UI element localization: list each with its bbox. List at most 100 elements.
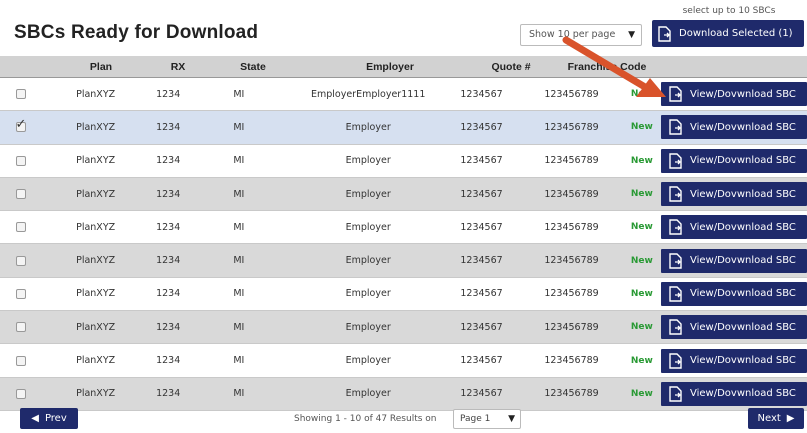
file-download-icon xyxy=(669,186,682,202)
file-download-icon xyxy=(669,219,682,236)
file-download-icon xyxy=(669,252,682,269)
row-checkbox[interactable] xyxy=(15,155,26,166)
row-checkbox[interactable] xyxy=(15,189,26,200)
view-download-label: View/Dovwnload SBC xyxy=(690,355,796,367)
cell-rx: 1234 xyxy=(156,155,181,167)
cell-employer: Employer xyxy=(345,355,391,367)
view-download-button[interactable]: View/Dovwnload SBC xyxy=(661,315,807,340)
table-header: Plan RX State Employer Quote # Franchise… xyxy=(0,56,807,78)
triangle-left-icon: ◀ xyxy=(31,413,39,424)
cell-state: MI xyxy=(233,188,245,200)
row-checkbox[interactable] xyxy=(15,388,26,399)
view-download-button[interactable]: View/Dovwnload SBC xyxy=(661,215,807,240)
prev-label: Prev xyxy=(44,413,67,424)
download-selected-label: Download Selected (1) xyxy=(679,28,793,39)
cell-plan: PlanXYZ xyxy=(76,88,116,100)
cell-rx: 1234 xyxy=(156,321,181,333)
cell-plan: PlanXYZ xyxy=(76,188,116,200)
cell-quote: 1234567 xyxy=(460,88,503,100)
new-badge: New xyxy=(630,288,653,299)
row-checkbox[interactable] xyxy=(15,255,26,266)
cell-employer: Employer xyxy=(345,288,391,300)
new-badge: New xyxy=(630,89,653,100)
cell-state: MI xyxy=(233,255,245,267)
table-row: PlanXYZ 1234 MI Employer 1234567 123456789 New… xyxy=(0,277,807,312)
column-header-plan: Plan xyxy=(89,60,113,73)
cell-plan: PlanXYZ xyxy=(76,121,116,133)
cell-plan: PlanXYZ xyxy=(76,288,116,300)
row-checkbox[interactable] xyxy=(15,89,26,100)
cell-plan: PlanXYZ xyxy=(76,255,116,267)
view-download-label: View/Dovwnload SBC xyxy=(690,155,796,167)
cell-franchise-code: 123456789 xyxy=(544,155,599,167)
cell-quote: 1234567 xyxy=(460,221,503,233)
column-header-rx: RX xyxy=(170,60,186,73)
view-download-label: View/Dovwnload SBC xyxy=(690,388,796,400)
cell-state: MI xyxy=(233,88,245,100)
page-select-label: Page 1 xyxy=(460,414,491,424)
cell-plan: PlanXYZ xyxy=(76,221,116,233)
next-button[interactable]: Next ▶ xyxy=(748,408,804,429)
table-row: PlanXYZ 1234 MI Employer 1234567 123456789 New… xyxy=(0,144,807,178)
new-badge: New xyxy=(630,122,653,133)
column-header-state: State xyxy=(240,60,266,73)
page-header: SBCs Ready for Download Show 10 per page… xyxy=(0,0,807,52)
view-download-label: View/Dovwnload SBC xyxy=(690,221,796,233)
download-selected-button[interactable]: Download Selected (1) xyxy=(652,20,804,47)
cell-plan: PlanXYZ xyxy=(76,388,116,400)
cell-rx: 1234 xyxy=(156,88,181,100)
view-download-label: View/Dovwnload SBC xyxy=(690,188,796,200)
cell-state: MI xyxy=(233,121,245,133)
cell-employer: Employer xyxy=(345,388,391,400)
new-badge: New xyxy=(630,355,653,366)
view-download-button[interactable]: View/Dovwnload SBC xyxy=(661,281,807,306)
cell-franchise-code: 123456789 xyxy=(544,121,599,133)
cell-rx: 1234 xyxy=(156,355,181,367)
page-select[interactable]: Page 1 ▼ xyxy=(453,409,521,429)
row-checkbox[interactable] xyxy=(15,288,26,299)
row-checkbox[interactable] xyxy=(15,117,26,133)
cell-franchise-code: 123456789 xyxy=(544,188,599,200)
file-download-icon xyxy=(669,119,682,136)
view-download-button[interactable]: View/Dovwnload SBC xyxy=(661,82,807,107)
cell-franchise-code: 123456789 xyxy=(544,388,599,400)
cell-quote: 1234567 xyxy=(460,388,503,400)
cell-rx: 1234 xyxy=(156,221,181,233)
new-badge: New xyxy=(630,388,653,399)
view-download-label: View/Dovwnload SBC xyxy=(690,288,796,300)
cell-rx: 1234 xyxy=(156,388,181,400)
cell-franchise-code: 123456789 xyxy=(544,255,599,267)
row-checkbox[interactable] xyxy=(15,222,26,233)
page-title: SBCs Ready for Download xyxy=(14,22,259,43)
pagination-footer: ◀ Prev Showing 1 - 10 of 47 Results on P… xyxy=(0,400,807,433)
view-download-button[interactable]: View/Dovwnload SBC xyxy=(661,148,807,173)
table-row: PlanXYZ 1234 MI EmployerEmployer1111 1234567… xyxy=(0,78,807,112)
triangle-right-icon: ▶ xyxy=(786,413,795,424)
next-label: Next xyxy=(757,413,781,424)
cell-employer: Employer xyxy=(345,155,391,167)
column-header-quote: Quote # xyxy=(491,60,531,73)
view-download-button[interactable]: View/Dovwnload SBC xyxy=(661,248,807,273)
new-badge: New xyxy=(630,322,653,333)
file-download-icon xyxy=(669,319,682,335)
results-status: Showing 1 - 10 of 47 Results on xyxy=(294,414,437,424)
cell-quote: 1234567 xyxy=(460,321,503,333)
row-checkbox[interactable] xyxy=(15,322,26,333)
cell-franchise-code: 123456789 xyxy=(544,288,599,300)
cell-plan: PlanXYZ xyxy=(76,321,116,333)
per-page-select[interactable]: Show 10 per page ▼ xyxy=(520,24,642,46)
cell-employer: Employer xyxy=(345,321,391,333)
view-download-button[interactable]: View/Dovwnload SBC xyxy=(661,115,807,140)
row-checkbox[interactable] xyxy=(15,355,26,366)
cell-state: MI xyxy=(233,388,245,400)
per-page-label: Show 10 per page xyxy=(529,29,616,40)
cell-employer: EmployerEmployer1111 xyxy=(310,88,426,100)
cell-employer: Employer xyxy=(345,121,391,133)
caret-down-icon: ▼ xyxy=(628,30,635,40)
view-download-button[interactable]: View/Dovwnload SBC xyxy=(661,348,807,373)
cell-employer: Employer xyxy=(345,255,391,267)
view-download-button[interactable]: View/Dovwnload SBC xyxy=(661,182,807,207)
new-badge: New xyxy=(630,155,653,166)
prev-button[interactable]: ◀ Prev xyxy=(20,408,78,429)
table-row: PlanXYZ 1234 MI Employer 1234567 123456789 New… xyxy=(0,211,807,245)
